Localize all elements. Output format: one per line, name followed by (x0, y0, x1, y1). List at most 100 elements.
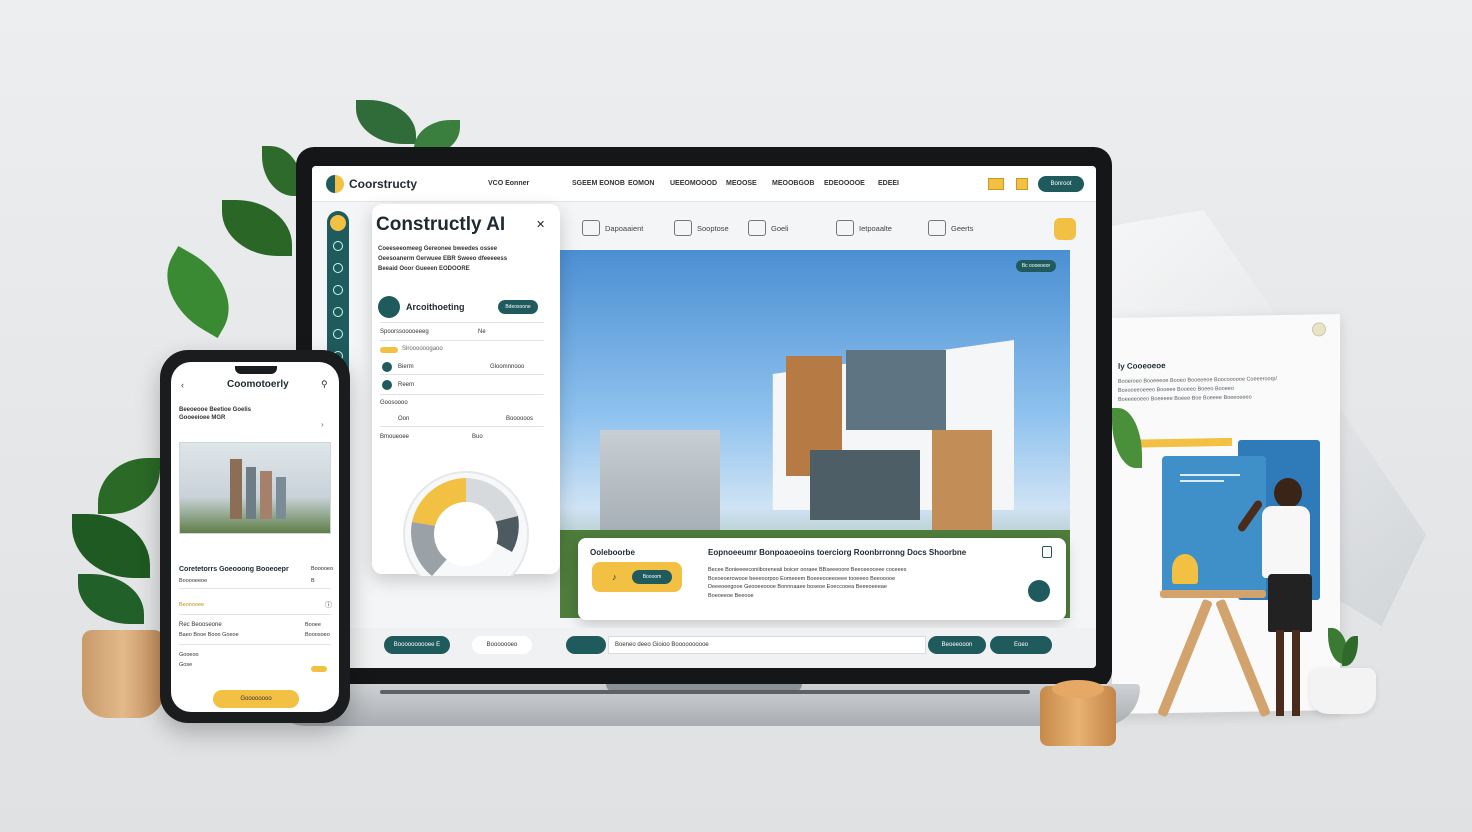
presenter-shirt (1262, 506, 1310, 578)
plant-leaf (222, 200, 292, 256)
row-label: Slroooooogaoo (402, 346, 443, 352)
building-icon (836, 220, 854, 236)
app-logo-text[interactable]: Coorstructy (349, 177, 417, 191)
presenter-skirt (1268, 574, 1312, 632)
toolbar-item[interactable]: Dapoaaient (582, 220, 643, 236)
bottom-bar: Boooooooooee E Booooooeo Boeneo deeo Gio… (312, 628, 1096, 668)
glass-window (810, 450, 920, 520)
row-label: Spoorssooooeeeg (380, 329, 429, 335)
next-button[interactable] (1028, 580, 1050, 602)
nav-item[interactable]: MEOOSE (726, 180, 757, 187)
nav-item[interactable]: MEOOBGOB (772, 180, 814, 187)
rail-icon[interactable] (333, 329, 343, 339)
toolbar-item[interactable]: Ietpoaalte (836, 220, 892, 236)
audio-icon: ♪ (612, 572, 617, 582)
hero-badge[interactable]: Bc oooeoeor (1016, 260, 1056, 272)
rail-home-icon[interactable] (330, 215, 346, 231)
wood-cylinder-top (1052, 680, 1104, 698)
plant-pot (82, 630, 164, 718)
ai-assistant-icon[interactable] (1054, 218, 1076, 240)
play-card[interactable]: ♪ Boooom (592, 562, 682, 592)
poster-title: ly Cooeoeoe (1118, 361, 1166, 371)
bottom-right-button[interactable]: Beoeeooon (928, 636, 986, 654)
plant-leaf (72, 514, 150, 578)
card-text: Bceoeoerowooe beeeoorpoo Eomeeem Boeeeoo… (708, 575, 896, 582)
chevron-right-icon[interactable]: › (321, 420, 324, 429)
logo-icon (326, 175, 344, 193)
panel-desc: Beeaid Ooor Gueeen EODOORE (378, 266, 470, 272)
row-label: Oon (398, 416, 410, 422)
document-icon (674, 220, 692, 236)
row-value: Gloomnnooo (490, 364, 525, 370)
nav-item[interactable]: SGEEM EONOB (572, 180, 625, 187)
close-icon[interactable]: ✕ (536, 218, 545, 231)
bottom-right-button[interactable]: Eoeo (990, 636, 1052, 654)
row-value: Buo (472, 434, 483, 440)
info-card: Ooleboorbe Eopnoeeumr Bonpoaoeoins toerc… (578, 538, 1066, 620)
bell-icon[interactable] (1016, 178, 1028, 190)
phone-row: Gose (179, 662, 193, 668)
phone-screen: ‹ Coomotoerly ⚲ Beeoeooe Beetioe Goelis … (171, 362, 339, 712)
bottom-left-button[interactable]: Boooooooooee E (384, 636, 450, 654)
phone-sub: Booooeeoe (179, 578, 208, 584)
glass-window (846, 350, 946, 430)
chat-input[interactable]: Boeneo deeo Gioioo Boooooooooe (608, 636, 926, 654)
phone-intro: Beeoeooe Beetioe Goelis (179, 407, 252, 413)
toolbar-item[interactable]: Sooptose (674, 220, 729, 236)
nav-item[interactable]: EDEOOOOE (824, 180, 865, 187)
bookmark-icon[interactable] (1042, 546, 1052, 558)
rail-icon[interactable] (333, 285, 343, 295)
section-button[interactable]: Bdeosoone (498, 300, 538, 314)
rail-icon[interactable] (333, 263, 343, 273)
presenter-head (1274, 478, 1302, 508)
progress-chip (380, 347, 398, 353)
phone-intro: Gooeeioee MGR (179, 415, 226, 421)
plant-leaf (148, 246, 248, 338)
phone-sub-value: B (311, 578, 315, 584)
filter-icon[interactable]: ⚲ (321, 379, 328, 390)
laptop-keyboard-edge (380, 690, 1030, 694)
panel-desc: Coeeseeomeeg Gereonee bweedes ossee (378, 246, 498, 252)
row-label: Reern (398, 382, 415, 388)
presenter-leg (1276, 630, 1284, 716)
nav-item[interactable]: EOMON (628, 180, 654, 187)
rail-icon[interactable] (333, 241, 343, 251)
info-icon[interactable]: ⓘ (325, 600, 332, 610)
card-text: Becee Bonieeeeconiiboreneaii boicer oora… (708, 567, 907, 573)
nav-item[interactable]: EDEEI (878, 180, 899, 187)
phone-title: Coomotoerly (227, 379, 289, 390)
card-text: Boeoeeoe Beeooe (708, 592, 754, 599)
mic-button[interactable] (566, 636, 606, 654)
row-label: Bmoueoee (380, 434, 410, 440)
row-value: Ne (478, 329, 486, 335)
play-button[interactable]: Boooom (632, 570, 672, 584)
toolbar-item[interactable]: Goeli (748, 220, 789, 236)
phone-cta-button[interactable]: Goooooooo (213, 690, 299, 708)
house-icon (748, 220, 766, 236)
easel-shelf (1160, 590, 1266, 598)
nav-cta-button[interactable]: Bonroot (1038, 176, 1084, 192)
row-value: Boooooos (506, 416, 534, 422)
nav-item[interactable]: UEEOMOOOD (670, 180, 717, 187)
panel-title: Constructly AI (376, 214, 506, 235)
phone-row: Baeo Booe Booo Goeoe (179, 632, 239, 638)
cart-icon[interactable] (988, 178, 1004, 190)
nav-item[interactable]: VCO Eonner (488, 180, 529, 187)
logo-icon (1312, 322, 1326, 337)
card-title: Eopnoeeumr Bonpoaoeoins toerciorg Roonbr… (708, 548, 967, 557)
settings-icon (928, 220, 946, 236)
card-label: Ooleboorbe (590, 548, 635, 557)
phone-row-value: Booosoeo (305, 632, 330, 638)
plant-leaf (78, 574, 144, 624)
toolbar-item[interactable]: Geerts (928, 220, 974, 236)
wood-panel (932, 430, 992, 540)
rail-icon[interactable] (333, 307, 343, 317)
plant-leaf (356, 100, 416, 144)
bottom-link-button[interactable]: Booooooeo (472, 636, 532, 654)
section-label: Arcoithoeting (406, 302, 465, 312)
phone-row: Beooooee (179, 602, 205, 608)
back-icon[interactable]: ‹ (181, 380, 184, 390)
architecture-icon (378, 296, 400, 318)
phone-building-image (179, 442, 331, 534)
phone-row: Rec Beooseone (179, 622, 222, 628)
